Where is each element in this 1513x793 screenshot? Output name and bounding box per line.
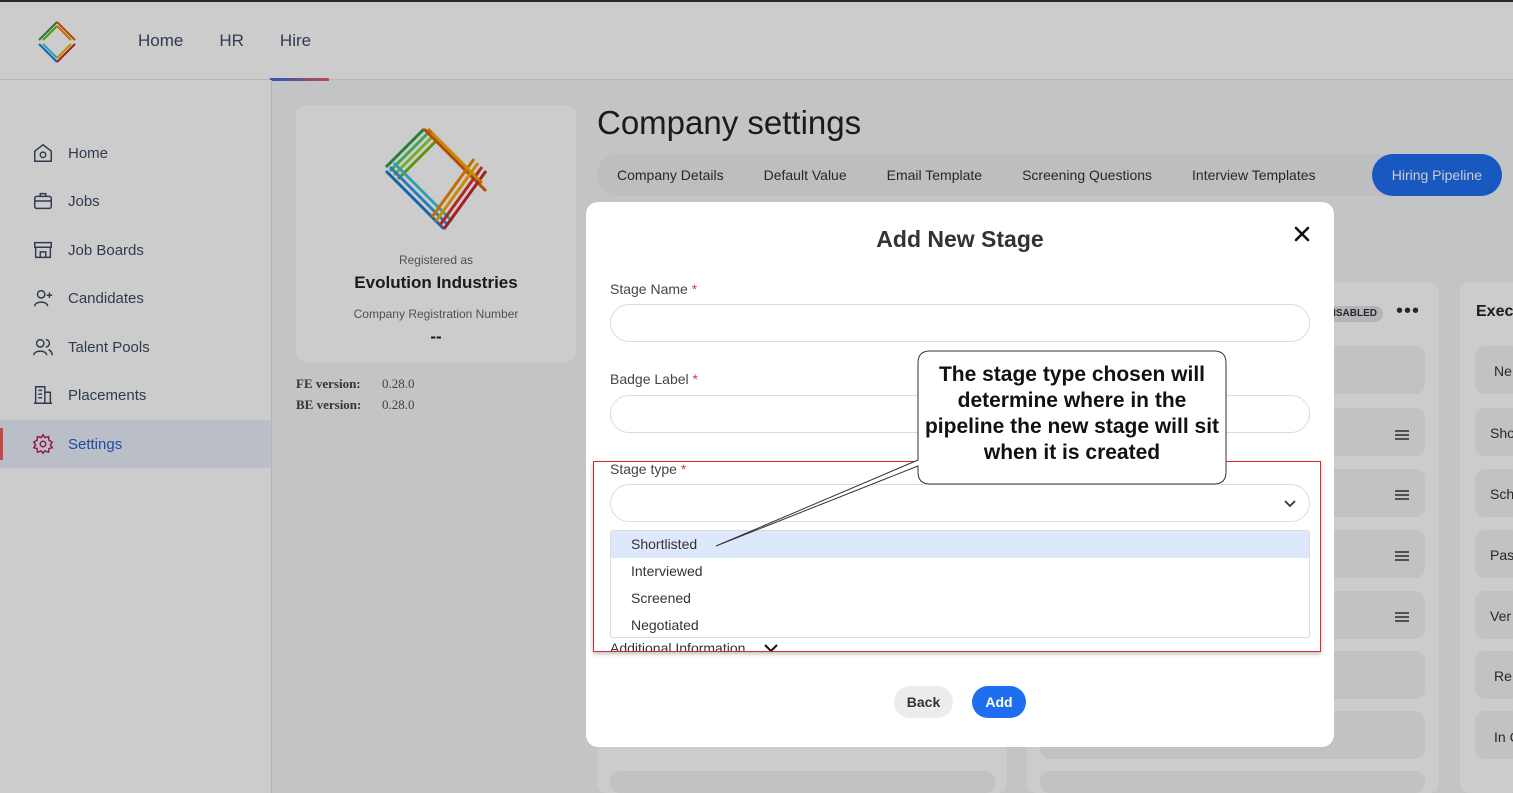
modal-title: Add New Stage bbox=[876, 226, 1044, 252]
add-button[interactable]: Add bbox=[972, 686, 1026, 718]
stage-name-label: Stage Name * bbox=[610, 281, 697, 297]
stage-name-label-text: Stage Name bbox=[610, 281, 688, 297]
required-mark: * bbox=[691, 281, 698, 297]
badge-label-label-text: Badge Label bbox=[610, 371, 689, 387]
required-mark: * bbox=[692, 371, 698, 387]
badge-label-label: Badge Label * bbox=[610, 371, 698, 387]
callout-text: The stage type chosen will determine whe… bbox=[924, 363, 1220, 464]
back-button[interactable]: Back bbox=[894, 686, 953, 718]
close-icon[interactable] bbox=[1290, 222, 1314, 246]
stage-name-input[interactable] bbox=[610, 304, 1310, 342]
